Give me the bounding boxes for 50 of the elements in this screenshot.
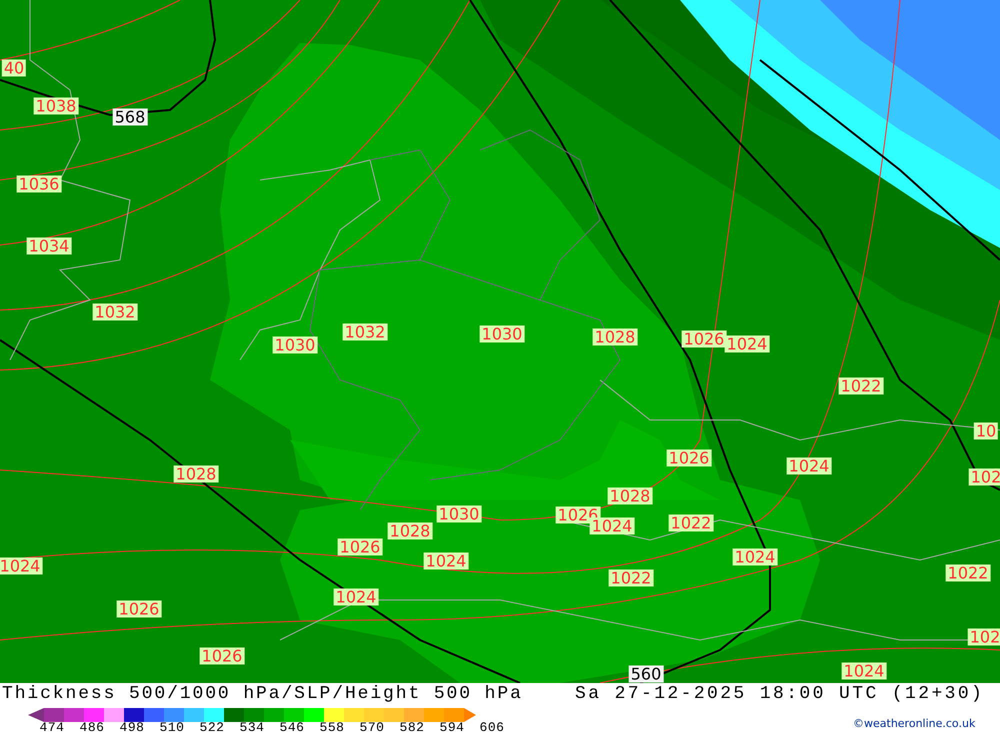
isobar-label: 1024 xyxy=(424,552,468,570)
isobar-label: 10 xyxy=(974,422,998,440)
legend-tick-label: 510 xyxy=(158,721,186,733)
legend-tick-label: 522 xyxy=(198,721,226,733)
legend-tick-label: 606 xyxy=(478,721,506,733)
isobar-label: 1028 xyxy=(388,522,432,540)
map-title: Thickness 500/1000 hPa/SLP/Height 500 hPa xyxy=(2,684,523,704)
legend-tick-label: 558 xyxy=(318,721,346,733)
isobar-label: 102 xyxy=(968,628,1000,646)
legend-tick-label: 534 xyxy=(238,721,266,733)
legend-tick-label: 498 xyxy=(118,721,146,733)
isobar-label: 40 xyxy=(2,60,26,76)
isobar-label: 1026 xyxy=(338,538,382,556)
isobar-label: 1024 xyxy=(732,548,778,566)
height-contour-label: 560 xyxy=(628,666,664,682)
isobar-label: 1028 xyxy=(608,488,652,504)
isobar-label: 1026 xyxy=(666,450,712,466)
legend-tick-label: 486 xyxy=(78,721,106,733)
height-contour-label: 568 xyxy=(112,108,148,126)
isobar-label: 1022 xyxy=(668,514,714,532)
isobar-label: 1024 xyxy=(842,662,886,680)
isobar-label: 1030 xyxy=(480,326,524,342)
isobar-label: 1038 xyxy=(34,98,78,114)
credit-link[interactable]: ©weatheronline.co.uk xyxy=(853,717,976,730)
isobar-label: 1026 xyxy=(200,648,244,664)
legend-high-arrow-icon xyxy=(464,708,476,722)
valid-time: Sa 27-12-2025 18:00 UTC (12+30) xyxy=(575,684,984,704)
legend-tick-label: 594 xyxy=(438,721,466,733)
isobar-label: 102 xyxy=(968,468,1000,486)
isobar-label: 1022 xyxy=(838,378,884,394)
isobar-label: 1028 xyxy=(174,466,218,482)
isobar-label: 1030 xyxy=(272,336,318,354)
isobar-label: 1022 xyxy=(608,570,654,586)
isobar-label: 1028 xyxy=(592,328,638,346)
isobar-label: 1032 xyxy=(342,324,388,340)
isobar-label: 1026 xyxy=(682,330,726,348)
isobar-label: 1024 xyxy=(786,458,832,474)
isobar-label: 1022 xyxy=(946,564,990,582)
isobar-label: 1026 xyxy=(116,600,162,618)
isobar-label: 1024 xyxy=(0,558,42,574)
isobar-label: 1036 xyxy=(16,176,62,192)
legend-tick-label: 474 xyxy=(38,721,66,733)
isobar-label: 1030 xyxy=(436,506,482,522)
isobar-label: 1024 xyxy=(724,336,770,352)
isobar-label: 1024 xyxy=(334,588,378,606)
legend-tick-label: 570 xyxy=(358,721,386,733)
isobar-label: 1032 xyxy=(92,304,138,320)
legend-tick-label: 582 xyxy=(398,721,426,733)
isobar-label: 1034 xyxy=(26,238,72,254)
legend-tick-label: 546 xyxy=(278,721,306,733)
